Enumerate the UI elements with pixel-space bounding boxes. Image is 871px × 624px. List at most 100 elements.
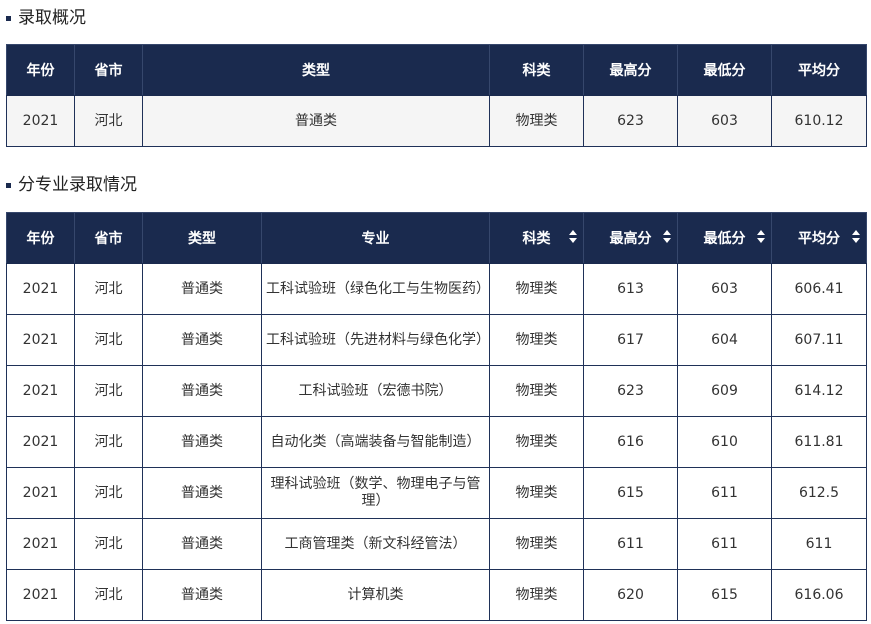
table-header-row: 年份 省市 类型 科类 最高分 最低分 平均分: [6, 44, 867, 96]
cell-province: 河北: [74, 365, 143, 417]
cell-avg-score: 612.5: [771, 467, 867, 519]
cell-type: 普通类: [142, 518, 262, 570]
cell-avg-score: 607.11: [771, 314, 867, 366]
cell-province: 河北: [74, 518, 143, 570]
cell-min-score: 615: [677, 569, 772, 621]
cell-min-score: 604: [677, 314, 772, 366]
cell-min-score: 611: [677, 518, 772, 570]
section-title-admission-overview: 录取概况: [6, 8, 86, 28]
table-row: 2021 河北 普通类 计算机类 物理类 620 615 616.06: [6, 569, 867, 621]
cell-avg-score: 610.12: [771, 95, 867, 147]
cell-type: 普通类: [142, 365, 262, 417]
header-max-score-sortable[interactable]: 最高分: [583, 212, 678, 264]
cell-type: 普通类: [142, 467, 262, 519]
header-year: 年份: [6, 44, 75, 96]
table-row: 2021 河北 普通类 工商管理类（新文科经管法） 物理类 611 611 61…: [6, 518, 867, 570]
cell-max-score: 616: [583, 416, 678, 468]
cell-major: 工科试验班（绿色化工与生物医药）: [261, 263, 490, 315]
cell-avg-score: 606.41: [771, 263, 867, 315]
cell-year: 2021: [6, 263, 75, 315]
major-admission-table: 年份 省市 类型 专业 科类 最高分 最低分 平均分 2021 河北 普通类 工…: [6, 212, 867, 621]
header-min-score-label: 最低分: [703, 231, 746, 247]
cell-avg-score: 616.06: [771, 569, 867, 621]
header-max-score-label: 最高分: [609, 231, 652, 247]
cell-avg-score: 611: [771, 518, 867, 570]
cell-max-score: 617: [583, 314, 678, 366]
header-major: 专业: [261, 212, 490, 264]
cell-subject: 物理类: [489, 518, 584, 570]
header-avg-score-sortable[interactable]: 平均分: [771, 212, 867, 264]
cell-year: 2021: [6, 467, 75, 519]
cell-province: 河北: [74, 314, 143, 366]
header-subject: 科类: [489, 44, 584, 96]
bullet-icon: [6, 15, 11, 21]
cell-year: 2021: [6, 365, 75, 417]
cell-max-score: 613: [583, 263, 678, 315]
cell-max-score: 611: [583, 518, 678, 570]
section-title-major-admission: 分专业录取情况: [6, 175, 137, 195]
cell-type: 普通类: [142, 95, 490, 147]
table-row: 2021 河北 普通类 自动化类（高端装备与智能制造） 物理类 616 610 …: [6, 416, 867, 468]
header-province: 省市: [74, 212, 143, 264]
section-title-text: 录取概况: [18, 8, 86, 28]
cell-province: 河北: [74, 263, 143, 315]
cell-avg-score: 614.12: [771, 365, 867, 417]
cell-year: 2021: [6, 416, 75, 468]
cell-avg-score: 611.81: [771, 416, 867, 468]
header-min-score-sortable[interactable]: 最低分: [677, 212, 772, 264]
sort-icon[interactable]: [852, 230, 860, 243]
table-header-row: 年份 省市 类型 专业 科类 最高分 最低分 平均分: [6, 212, 867, 264]
header-min-score: 最低分: [677, 44, 772, 96]
cell-subject: 物理类: [489, 314, 584, 366]
sort-icon[interactable]: [663, 230, 671, 243]
cell-max-score: 615: [583, 467, 678, 519]
cell-max-score: 620: [583, 569, 678, 621]
cell-type: 普通类: [142, 416, 262, 468]
cell-year: 2021: [6, 314, 75, 366]
header-avg-score-label: 平均分: [798, 231, 840, 247]
cell-min-score: 609: [677, 365, 772, 417]
cell-subject: 物理类: [489, 416, 584, 468]
header-subject-sortable[interactable]: 科类: [489, 212, 584, 264]
table-row: 2021 河北 普通类 理科试验班（数学、物理电子与管理） 物理类 615 61…: [6, 467, 867, 519]
cell-major: 工科试验班（先进材料与绿色化学）: [261, 314, 490, 366]
header-year: 年份: [6, 212, 75, 264]
cell-subject: 物理类: [489, 263, 584, 315]
bullet-icon: [6, 182, 11, 188]
table-row: 2021 河北 普通类 工科试验班（宏德书院） 物理类 623 609 614.…: [6, 365, 867, 417]
header-type: 类型: [142, 212, 262, 264]
section-title-text: 分专业录取情况: [18, 175, 137, 195]
cell-subject: 物理类: [489, 365, 584, 417]
cell-subject: 物理类: [489, 569, 584, 621]
admission-overview-table: 年份 省市 类型 科类 最高分 最低分 平均分 2021 河北 普通类 物理类 …: [6, 44, 867, 147]
sort-icon[interactable]: [569, 230, 577, 243]
cell-province: 河北: [74, 467, 143, 519]
cell-major: 工科试验班（宏德书院）: [261, 365, 490, 417]
cell-max-score: 623: [583, 95, 678, 147]
cell-type: 普通类: [142, 569, 262, 621]
cell-major: 理科试验班（数学、物理电子与管理）: [261, 467, 490, 519]
cell-major: 计算机类: [261, 569, 490, 621]
header-province: 省市: [74, 44, 143, 96]
header-subject-label: 科类: [522, 231, 551, 247]
cell-min-score: 610: [677, 416, 772, 468]
sort-icon[interactable]: [757, 230, 765, 243]
cell-type: 普通类: [142, 314, 262, 366]
cell-subject: 物理类: [489, 95, 584, 147]
cell-min-score: 603: [677, 263, 772, 315]
cell-type: 普通类: [142, 263, 262, 315]
header-type: 类型: [142, 44, 490, 96]
cell-year: 2021: [6, 95, 75, 147]
cell-province: 河北: [74, 569, 143, 621]
table-row: 2021 河北 普通类 工科试验班（绿色化工与生物医药） 物理类 613 603…: [6, 263, 867, 315]
cell-max-score: 623: [583, 365, 678, 417]
table-row: 2021 河北 普通类 工科试验班（先进材料与绿色化学） 物理类 617 604…: [6, 314, 867, 366]
cell-min-score: 603: [677, 95, 772, 147]
table-row: 2021 河北 普通类 物理类 623 603 610.12: [6, 95, 867, 147]
cell-major: 工商管理类（新文科经管法）: [261, 518, 490, 570]
cell-year: 2021: [6, 569, 75, 621]
cell-min-score: 611: [677, 467, 772, 519]
cell-major: 自动化类（高端装备与智能制造）: [261, 416, 490, 468]
cell-province: 河北: [74, 416, 143, 468]
cell-subject: 物理类: [489, 467, 584, 519]
